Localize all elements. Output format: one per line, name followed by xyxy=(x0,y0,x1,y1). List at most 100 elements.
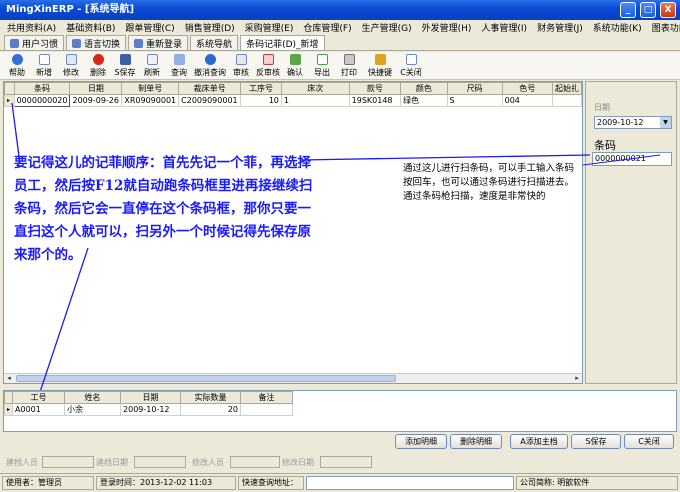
table-cell[interactable] xyxy=(551,94,583,107)
table-cell[interactable]: 小余 xyxy=(64,403,122,416)
scroll-left-icon[interactable]: ◂ xyxy=(4,374,14,383)
column-header[interactable]: 颜色 xyxy=(400,82,448,95)
scroll-thumb[interactable] xyxy=(16,375,396,382)
save-button[interactable]: S保存 xyxy=(571,434,621,449)
confirm-icon xyxy=(289,54,301,65)
menu-hr[interactable]: 人事管理(I) xyxy=(476,21,532,34)
table-cell[interactable]: 004 xyxy=(501,94,553,107)
column-header[interactable]: 日期 xyxy=(120,391,182,404)
menu-sales[interactable]: 销售管理(D) xyxy=(180,21,240,34)
delete-button[interactable]: 删除 xyxy=(85,52,111,80)
column-header[interactable]: 备注 xyxy=(240,391,294,404)
horizontal-scrollbar[interactable]: ◂ ▸ xyxy=(4,373,582,383)
column-header[interactable]: 色号 xyxy=(501,82,553,95)
new-document-icon xyxy=(38,54,50,65)
audit-row: 建档人员 建档日期 修改人员 修改日期 xyxy=(0,455,680,469)
menu-finance[interactable]: 财务管理(J) xyxy=(532,21,588,34)
shortcut-button[interactable]: 快捷键 xyxy=(363,52,397,80)
date-label: 日期 xyxy=(594,103,610,112)
export-button[interactable]: 导出 xyxy=(309,52,335,80)
refresh-button[interactable]: 刷新 xyxy=(139,52,165,80)
quick-query-input[interactable] xyxy=(306,476,514,490)
table-cell[interactable]: 2009-09-26 xyxy=(69,94,123,107)
dropdown-arrow-icon[interactable]: ▼ xyxy=(660,117,671,128)
column-header[interactable]: 裁床单号 xyxy=(178,82,242,95)
column-header[interactable]: 起始扎 xyxy=(551,82,583,95)
toolbar-label: 确认 xyxy=(287,68,303,77)
close-window-button[interactable]: X xyxy=(660,2,676,18)
new-button[interactable]: 新增 xyxy=(31,52,57,80)
maximize-button[interactable]: □ xyxy=(640,2,656,18)
table-cell[interactable]: S xyxy=(446,94,503,107)
table-cell[interactable]: 0000000020 xyxy=(13,94,71,107)
date-value: 2009-10-12 xyxy=(597,118,644,127)
save-toolbar-button[interactable]: S保存 xyxy=(112,52,138,80)
menu-shared[interactable]: 共用资料(A) xyxy=(2,21,61,34)
column-header[interactable]: 制单号 xyxy=(121,82,180,95)
minimize-button[interactable]: _ xyxy=(620,2,636,18)
row-indicator: ▸ xyxy=(3,403,14,416)
table-cell[interactable]: 20 xyxy=(180,403,242,416)
confirm-button[interactable]: 确认 xyxy=(282,52,308,80)
scroll-right-icon[interactable]: ▸ xyxy=(572,374,582,383)
menu-warehouse[interactable]: 仓库管理(F) xyxy=(298,21,356,34)
column-header[interactable]: 条码 xyxy=(13,82,71,95)
column-header[interactable]: 实际数量 xyxy=(180,391,242,404)
unapprove-button[interactable]: 反审核 xyxy=(255,52,281,80)
undo-query-button[interactable]: 撤消查询 xyxy=(193,52,227,80)
menu-production[interactable]: 生产管理(G) xyxy=(357,21,417,34)
menu-system[interactable]: 系统功能(K) xyxy=(588,21,647,34)
add-master-button[interactable]: A添加主档 xyxy=(510,434,568,449)
barcode-label: 条码 xyxy=(594,139,616,152)
column-header[interactable]: 尺码 xyxy=(446,82,503,95)
toolbar-label: 审核 xyxy=(233,68,249,77)
table-cell[interactable]: C2009090001 xyxy=(178,94,242,107)
edit-button[interactable]: 修改 xyxy=(58,52,84,80)
query-button[interactable]: 查询 xyxy=(166,52,192,80)
user-icon xyxy=(10,38,19,48)
toolbar: 帮助 新增 修改 删除 S保存 刷新 查询 撤消查询 审核 反审核 确认 导出 … xyxy=(0,52,680,80)
column-header[interactable]: 工序号 xyxy=(240,82,282,95)
column-header[interactable]: 工号 xyxy=(12,391,66,404)
menu-purchase[interactable]: 采购管理(E) xyxy=(240,21,299,34)
menu-order[interactable]: 跟单管理(C) xyxy=(120,21,179,34)
help-button[interactable]: 帮助 xyxy=(4,52,30,80)
approve-button[interactable]: 审核 xyxy=(228,52,254,80)
table-cell[interactable]: 2009-10-12 xyxy=(120,403,182,416)
toolbar-label: 撤消查询 xyxy=(194,68,226,77)
tab-user-habits[interactable]: 用户习惯 xyxy=(4,35,65,50)
column-header[interactable]: 日期 xyxy=(69,82,123,95)
toolbar-label: 反审核 xyxy=(256,68,280,77)
column-header[interactable]: 款号 xyxy=(348,82,402,95)
table-row[interactable]: ▸ A0001 小余 2009-10-12 20 xyxy=(3,403,294,416)
table-cell[interactable]: XR09090001 xyxy=(121,94,180,107)
modify-date-field xyxy=(320,456,372,468)
column-header[interactable]: 床次 xyxy=(280,82,350,95)
print-button[interactable]: 打印 xyxy=(336,52,362,80)
add-detail-button[interactable]: 添加明细 xyxy=(395,434,447,449)
close-button[interactable]: C关闭 xyxy=(624,434,674,449)
table-cell[interactable]: A0001 xyxy=(12,403,66,416)
table-row[interactable]: ▸ 0000000020 2009-09-26 XR09090001 C2009… xyxy=(4,94,583,107)
delete-icon xyxy=(92,54,104,65)
tab-system-nav[interactable]: 系统导航 xyxy=(190,35,239,50)
tab-language[interactable]: 语言切换 xyxy=(66,35,127,50)
date-picker[interactable]: 2009-10-12 ▼ xyxy=(594,116,672,129)
column-header[interactable]: 姓名 xyxy=(64,391,122,404)
barcode-input[interactable]: 0000000021 xyxy=(592,152,672,166)
tab-barcode-new[interactable]: 条码记菲(D)_新增 xyxy=(240,35,325,50)
status-user: 使用者：管理员 xyxy=(2,476,94,490)
menu-outsource[interactable]: 外发管理(H) xyxy=(417,21,477,34)
menu-charts[interactable]: 图表功能 xyxy=(647,21,680,34)
table-cell[interactable]: 10 xyxy=(240,94,282,107)
tab-relogin[interactable]: 重新登录 xyxy=(128,35,189,50)
menu-basic[interactable]: 基础资料(B) xyxy=(61,21,120,34)
save-icon xyxy=(119,54,131,65)
table-cell[interactable] xyxy=(240,403,294,416)
table-cell[interactable]: 绿色 xyxy=(400,94,448,107)
button-row: 添加明细 删除明细 A添加主档 S保存 C关闭 xyxy=(0,434,680,450)
table-cell[interactable]: 1 xyxy=(280,94,350,107)
delete-detail-button[interactable]: 删除明细 xyxy=(450,434,502,449)
table-cell[interactable]: 19SK0148 xyxy=(348,94,402,107)
close-toolbar-button[interactable]: C关闭 xyxy=(398,52,424,80)
